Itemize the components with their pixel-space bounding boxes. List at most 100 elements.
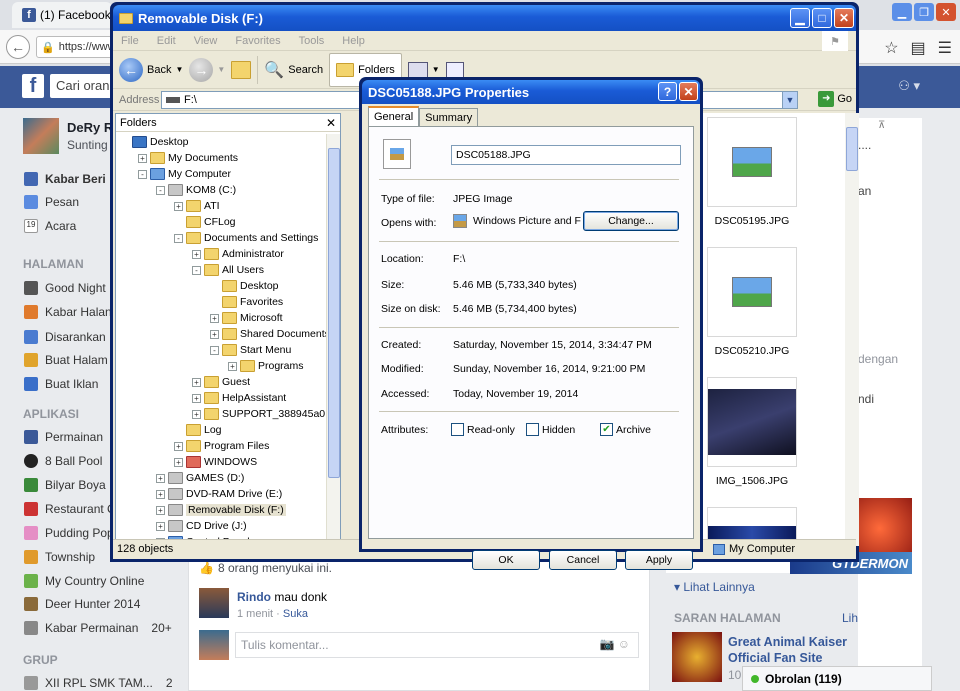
nav-item-app[interactable]: Pudding Pop — [24, 526, 114, 540]
views-button[interactable]: ▼ — [407, 61, 440, 78]
nav-item-page[interactable]: Disarankan — [24, 330, 106, 344]
tree-node[interactable]: - My Computer — [138, 166, 231, 182]
file-name[interactable]: DSC05210.JPG — [704, 345, 800, 357]
address-dropdown-icon[interactable]: ▼ — [782, 91, 798, 109]
menu-edit[interactable]: Edit — [157, 35, 176, 47]
nav-item-app[interactable]: Township — [24, 550, 95, 564]
minimize-icon[interactable]: ▁ — [790, 8, 810, 28]
expand-icon[interactable]: + — [192, 393, 201, 403]
nav-item-app[interactable]: Permainan — [24, 430, 103, 444]
menu-view[interactable]: View — [194, 35, 218, 47]
minimize-icon[interactable]: ▁ — [892, 3, 912, 21]
change-button[interactable]: Change... — [583, 211, 679, 231]
tree-node[interactable]: - Documents and Settings — [174, 230, 318, 246]
expand-icon[interactable]: + — [156, 473, 165, 483]
tree-node[interactable]: + My Documents — [138, 150, 238, 166]
expand-icon[interactable]: + — [228, 361, 237, 371]
close-icon[interactable]: ✕ — [679, 82, 698, 101]
tree-node[interactable]: - KOM8 (C:) — [156, 182, 236, 198]
explorer-titlebar[interactable]: Removable Disk (F:) ▁ □ ✕ — [113, 5, 856, 31]
nav-item-page[interactable]: Good Night — [24, 281, 106, 295]
expand-icon[interactable]: + — [174, 201, 183, 211]
nav-item-app[interactable]: 8 Ball Pool — [24, 454, 102, 468]
ok-button[interactable]: OK — [472, 550, 540, 570]
nav-item-kabar-beranda[interactable]: Kabar Beri — [24, 172, 106, 186]
tree-node[interactable]: + Shared Documents — [210, 326, 326, 342]
checkbox-box[interactable] — [526, 423, 539, 436]
maximize-icon[interactable]: ❐ — [914, 3, 934, 21]
expand-icon[interactable]: + — [192, 377, 201, 387]
tree-node[interactable]: + Administrator — [192, 246, 284, 262]
chat-bar[interactable]: Obrolan (119) — [742, 666, 932, 691]
tab-summary[interactable]: Summary — [419, 108, 479, 126]
go-button[interactable]: ➜ Go — [818, 91, 852, 107]
menu-file[interactable]: File — [121, 35, 139, 47]
suggested-page-name[interactable]: Great Animal Kaiser Official Fan Site — [728, 634, 858, 666]
nav-item-app[interactable]: Kabar Permainan 20+ — [24, 621, 172, 635]
scrollbar-thumb[interactable] — [328, 148, 340, 478]
tree-node[interactable]: + GAMES (D:) — [156, 470, 244, 486]
tree-node[interactable]: + HelpAssistant — [192, 390, 286, 406]
nav-item-app[interactable]: Restaurant C — [24, 502, 116, 516]
nav-item-acara[interactable]: 19 Acara — [24, 219, 76, 233]
nav-item-app[interactable]: Deer Hunter 2014 — [24, 597, 140, 611]
maximize-icon[interactable]: □ — [812, 8, 832, 28]
expand-icon[interactable]: + — [156, 505, 165, 515]
menu-tools[interactable]: Tools — [299, 35, 325, 47]
tree-node[interactable]: CFLog — [174, 214, 236, 230]
facebook-logo-icon[interactable]: f — [22, 74, 44, 98]
up-folder-button[interactable] — [231, 60, 252, 79]
camera-emoji-icons[interactable]: 📷 ☺ — [599, 637, 630, 651]
collapse-icon[interactable]: - — [156, 185, 165, 195]
browser-tab[interactable]: f (1) Facebook — [12, 2, 112, 28]
tree-node[interactable]: Desktop — [210, 278, 279, 294]
comment-like-link[interactable]: Suka — [283, 608, 308, 620]
tab-general[interactable]: General — [368, 106, 420, 126]
star-icon[interactable]: ☆ — [884, 38, 898, 58]
hidden-checkbox[interactable]: Hidden — [526, 423, 575, 436]
filename-field[interactable]: DSC05188.JPG — [451, 145, 681, 165]
folder-options-button[interactable] — [445, 61, 464, 78]
tree-node[interactable]: + Guest — [192, 374, 250, 390]
expand-icon[interactable]: + — [156, 489, 165, 499]
expand-icon[interactable]: + — [174, 457, 183, 467]
page-thumbnail[interactable] — [672, 632, 722, 682]
expand-icon[interactable]: + — [210, 329, 219, 339]
menu-icon[interactable]: ☰ — [938, 38, 952, 58]
expand-icon[interactable]: + — [156, 521, 165, 531]
expand-icon[interactable]: + — [174, 441, 183, 451]
menu-help[interactable]: Help — [342, 35, 365, 47]
nav-item-page[interactable]: Kabar Halan — [24, 305, 112, 319]
search-button[interactable]: 🔍 Search — [264, 60, 323, 80]
file-thumbnail[interactable] — [707, 117, 797, 207]
comment-input[interactable]: Tulis komentar... 📷 ☺ — [235, 632, 639, 658]
friend-requests-icon[interactable]: ⚇ ▾ — [898, 78, 920, 94]
nav-item-page[interactable]: Buat Halam — [24, 353, 108, 367]
back-button[interactable]: ← Back ▼ — [119, 57, 183, 82]
browser-url-input[interactable]: 🔒 https://www — [36, 36, 116, 58]
close-icon[interactable]: ✕ — [936, 3, 956, 21]
file-name[interactable]: DSC05195.JPG — [704, 215, 800, 227]
tree-node[interactable]: + CD Drive (J:) — [156, 518, 247, 534]
tree-node[interactable]: Desktop — [120, 134, 189, 150]
dialog-titlebar[interactable]: DSC05188.JPG Properties ? ✕ — [362, 80, 700, 104]
menu-favorites[interactable]: Favorites — [235, 35, 280, 47]
checkbox-box[interactable] — [451, 423, 464, 436]
profile-edit-link[interactable]: Sunting — [67, 138, 108, 152]
file-thumbnail[interactable] — [707, 377, 797, 467]
close-icon[interactable]: ✕ — [326, 116, 336, 130]
chevron-down-icon[interactable]: ▼ — [432, 65, 440, 74]
nav-item-group[interactable]: XII RPL SMK TAM... 2 — [24, 676, 173, 690]
likes-summary[interactable]: 👍 8 orang menyukai ini. — [199, 561, 332, 575]
collapse-icon[interactable]: - — [174, 233, 183, 243]
close-icon[interactable]: ✕ — [834, 8, 854, 28]
expand-icon[interactable]: + — [210, 313, 219, 323]
expand-icon[interactable]: + — [192, 249, 201, 259]
browser-back-icon[interactable]: ← — [6, 35, 30, 59]
tree-scrollbar[interactable] — [326, 134, 340, 546]
expand-icon[interactable]: + — [192, 409, 201, 419]
tree-node[interactable]: + Removable Disk (F:) — [156, 502, 286, 518]
tree-node[interactable]: + Program Files — [174, 438, 269, 454]
tree-node[interactable]: - All Users — [192, 262, 264, 278]
collapse-icon[interactable]: - — [210, 345, 219, 355]
